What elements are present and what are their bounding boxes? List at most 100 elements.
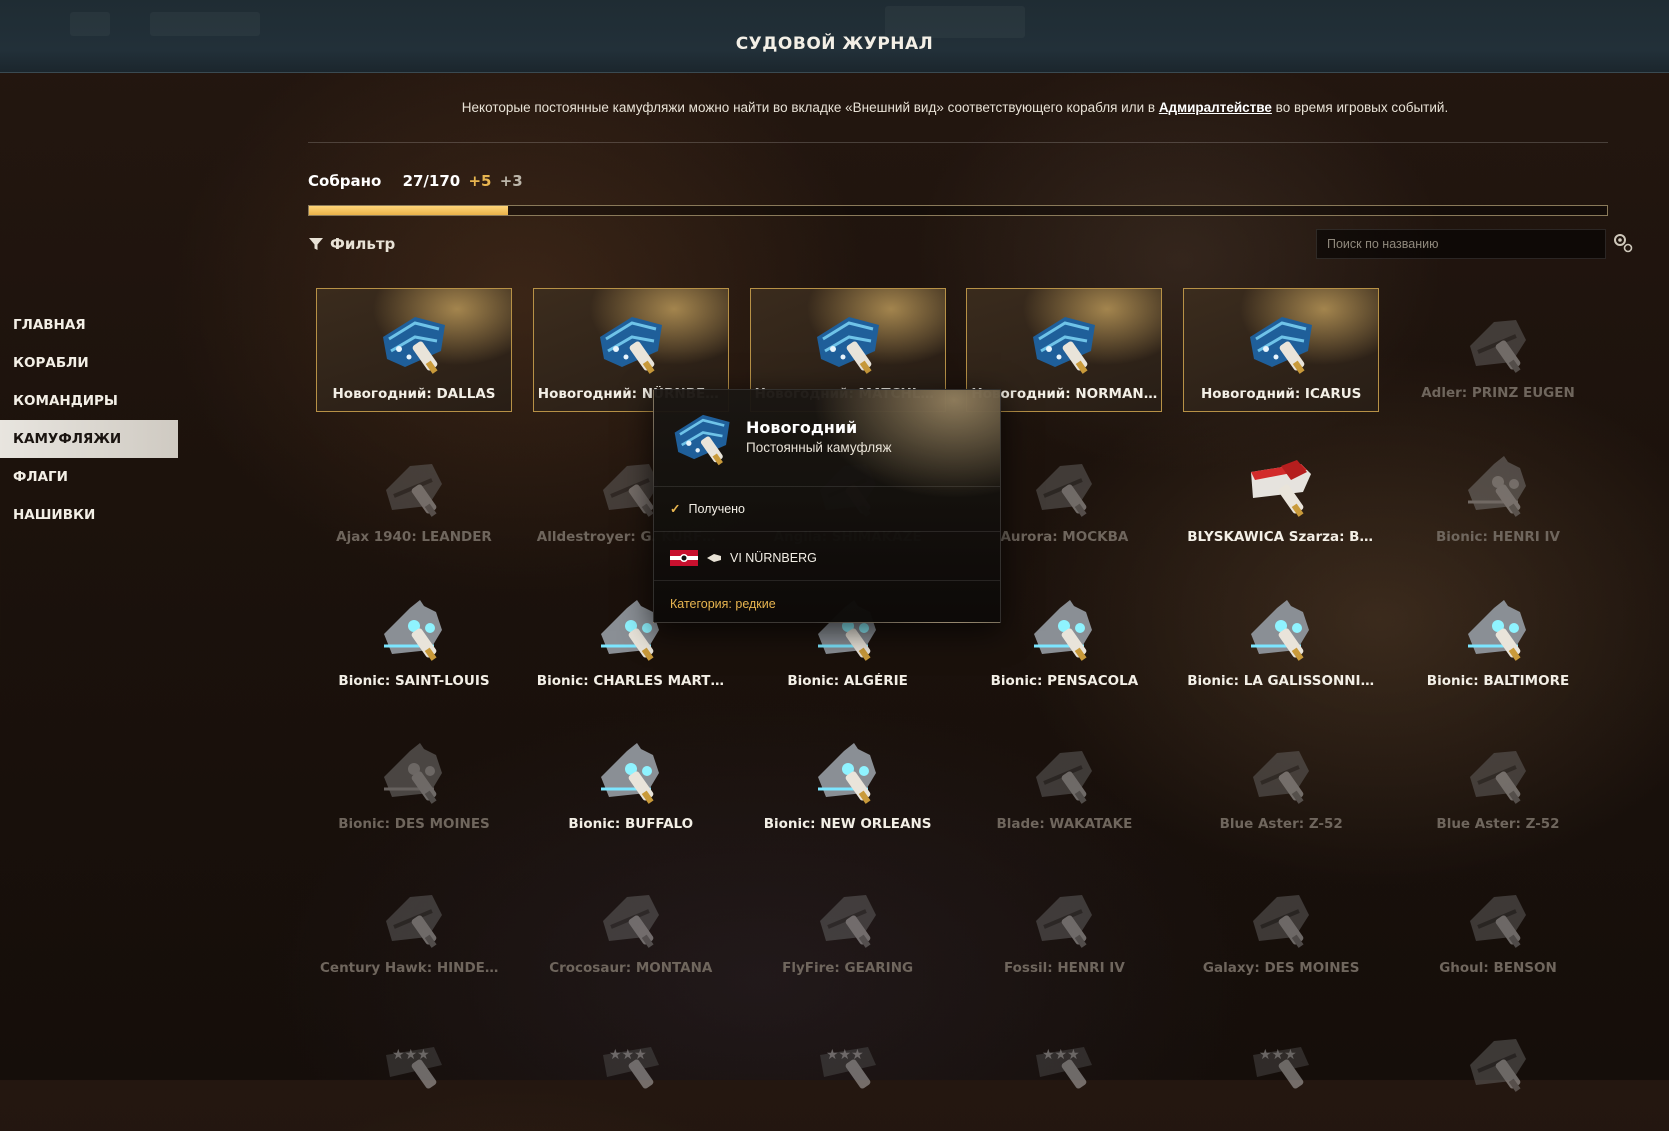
stars-camo-icon: ★★★ <box>819 1046 876 1089</box>
camouflage-card[interactable]: ★★★ <box>316 1007 512 1131</box>
camouflage-name: Blade: WAKATAKE <box>996 816 1133 833</box>
tooltip-title: Новогодний <box>746 418 858 437</box>
blue-aster-camo-icon <box>1470 751 1526 805</box>
camouflage-card[interactable]: ★★★ <box>533 1007 729 1131</box>
camouflage-name: Crocosaur: MONTANA <box>549 960 713 977</box>
camouflage-card[interactable]: Bionic: HENRI IV <box>1400 432 1596 556</box>
stars-camo-icon: ★★★ <box>386 1046 442 1089</box>
tooltip-divider <box>654 531 1000 532</box>
camouflage-name: Bionic: CHARLES MARTEL <box>536 672 729 689</box>
search-input[interactable] <box>1316 229 1606 259</box>
sidebar-item-commanders[interactable]: КОМАНДИРЫ <box>0 382 200 420</box>
svg-text:★★★: ★★★ <box>609 1046 647 1062</box>
camouflage-name: Galaxy: DES MOINES <box>1202 960 1360 977</box>
camouflage-card[interactable]: Bionic: NEW ORLEANS <box>750 719 946 843</box>
camouflage-name: Bionic: HENRI IV <box>1436 528 1560 545</box>
camouflage-card[interactable]: Bionic: LA GALISSONNIÈRE <box>1183 576 1379 700</box>
camouflage-name: Blue Aster: Z-52 <box>1219 816 1343 833</box>
cruiser-class-icon <box>707 554 721 562</box>
sidebar-item-home[interactable]: ГЛАВНАЯ <box>0 306 200 344</box>
camouflage-name: FlyFire: GEARING <box>782 960 914 977</box>
camouflage-card[interactable]: ★★★ <box>966 1007 1162 1131</box>
camouflage-card[interactable]: ★★★ <box>1183 1007 1379 1131</box>
tooltip-subtitle: Постоянный камуфляж <box>746 440 892 455</box>
ghoul-camo-icon <box>1470 895 1526 949</box>
newyear-camo-icon <box>816 317 879 374</box>
sidebar-item-patches[interactable]: НАШИВКИ <box>0 496 200 534</box>
tooltip-divider <box>654 580 1000 581</box>
info-text: Некоторые постоянные камуфляжи можно най… <box>300 100 1610 115</box>
camouflage-card[interactable]: ★★★ <box>750 1007 946 1131</box>
camouflage-card[interactable]: Bionic: BUFFALO <box>533 719 729 843</box>
top-bar-logo-icon[interactable] <box>70 12 110 36</box>
camouflage-card[interactable]: Новогодний: ICARUS <box>1183 288 1380 412</box>
camouflage-name: Ajax 1940: LEANDER <box>336 528 492 545</box>
flyfire-camo-icon <box>819 895 876 949</box>
sidebar-item-ships[interactable]: КОРАБЛИ <box>0 344 200 382</box>
bionic-camo-icon <box>384 743 442 805</box>
page-title: СУДОВОЙ ЖУРНАЛ <box>735 34 934 54</box>
camouflage-name: Bionic: NEW ORLEANS <box>763 816 932 833</box>
collected-count: 27/170 <box>402 172 461 190</box>
galaxy-camo-icon <box>1253 895 1310 949</box>
camouflage-name: Новогодний: ICARUS <box>1200 386 1362 402</box>
aurora-camo-icon <box>1036 463 1093 517</box>
info-text-before: Некоторые постоянные камуфляжи можно най… <box>461 100 1159 115</box>
camouflage-name: Blue Aster: Z-52 <box>1436 816 1560 833</box>
camouflage-card[interactable]: Ajax 1940: LEANDER <box>316 432 512 556</box>
century-hawk-camo-icon <box>386 895 442 949</box>
camouflage-name: Fossil: HENRI IV <box>1003 960 1125 977</box>
camouflage-card[interactable]: Century Hawk: HINDENBURG <box>316 863 512 987</box>
camouflage-card[interactable]: Bionic: BALTIMORE <box>1400 576 1596 700</box>
svg-text:★★★: ★★★ <box>1042 1046 1080 1062</box>
camouflage-card[interactable]: BLYSKAWICA Szarza: BŁYS... <box>1183 432 1379 556</box>
sidebar-item-camouflages[interactable]: КАМУФЛЯЖИ <box>0 420 178 458</box>
stars-camo-icon: ★★★ <box>1036 1046 1093 1089</box>
adler-camo-icon <box>1470 320 1526 373</box>
camouflage-card[interactable]: Bionic: DES MOINES <box>316 719 512 843</box>
collected-summary: Собрано 27/170 +5 +3 <box>308 172 523 190</box>
bionic-camo-icon <box>1468 455 1526 517</box>
camouflage-card[interactable]: Fossil: HENRI IV <box>966 863 1162 987</box>
collected-bonus-2: +3 <box>499 172 523 190</box>
tooltip-status: ✓ Получено <box>670 501 746 517</box>
german-flag-icon <box>670 550 698 566</box>
svg-text:★★★: ★★★ <box>392 1046 430 1062</box>
camouflage-card[interactable]: Blue Aster: Z-52 <box>1183 719 1379 843</box>
camouflage-card[interactable]: Adler: PRINZ EUGEN <box>1400 288 1596 412</box>
svg-text:★★★: ★★★ <box>1259 1046 1297 1062</box>
camouflage-card[interactable]: Ghoul: BENSON <box>1400 863 1596 987</box>
camouflage-card[interactable]: Blue Aster: Z-52 <box>1400 719 1596 843</box>
sidebar-item-flags[interactable]: ФЛАГИ <box>0 458 200 496</box>
camouflage-name: Century Hawk: HINDENBURG <box>320 960 512 977</box>
generic-camo-icon <box>1470 1039 1526 1092</box>
filter-label: Фильтр <box>330 235 396 253</box>
camouflage-name: Bionic: DES MOINES <box>338 816 490 833</box>
camouflage-card[interactable]: Crocosaur: MONTANA <box>533 863 729 987</box>
camouflage-card[interactable]: Новогодний: DALLAS <box>316 288 512 412</box>
collection-progress-bar <box>308 205 1608 216</box>
camouflage-card[interactable]: FlyFire: GEARING <box>750 863 946 987</box>
camouflage-card[interactable]: Blade: WAKATAKE <box>966 719 1162 843</box>
stars-camo-icon: ★★★ <box>1253 1046 1310 1089</box>
bionic-camo-icon <box>817 743 876 805</box>
newyear-camo-icon <box>1033 317 1096 374</box>
camouflage-name: Bionic: SAINT-LOUIS <box>338 672 490 689</box>
tooltip-ship-name: VI NÜRNBERG <box>730 551 817 565</box>
tooltip-status-text: Получено <box>688 501 746 516</box>
collected-label: Собрано <box>308 172 382 190</box>
progress-fill <box>309 206 508 215</box>
blade-camo-icon <box>1036 751 1093 805</box>
ajax-camo-icon <box>386 463 442 517</box>
gear-icon[interactable] <box>1612 232 1634 254</box>
bionic-camo-icon <box>1034 599 1093 661</box>
camouflage-card[interactable] <box>1400 1007 1596 1131</box>
admiralty-link[interactable]: Адмиралтействе <box>1159 100 1272 115</box>
camouflage-name: Bionic: LA GALISSONNIÈRE <box>1187 672 1380 689</box>
filter-button[interactable]: Фильтр <box>308 235 395 253</box>
camouflage-card[interactable]: Bionic: SAINT-LOUIS <box>316 576 512 700</box>
camouflage-name: Bionic: BALTIMORE <box>1426 672 1570 689</box>
camouflage-card[interactable]: Galaxy: DES MOINES <box>1183 863 1379 987</box>
top-bar-account[interactable] <box>150 12 260 36</box>
camouflage-name: Bionic: ALGÉRIE <box>787 672 908 689</box>
